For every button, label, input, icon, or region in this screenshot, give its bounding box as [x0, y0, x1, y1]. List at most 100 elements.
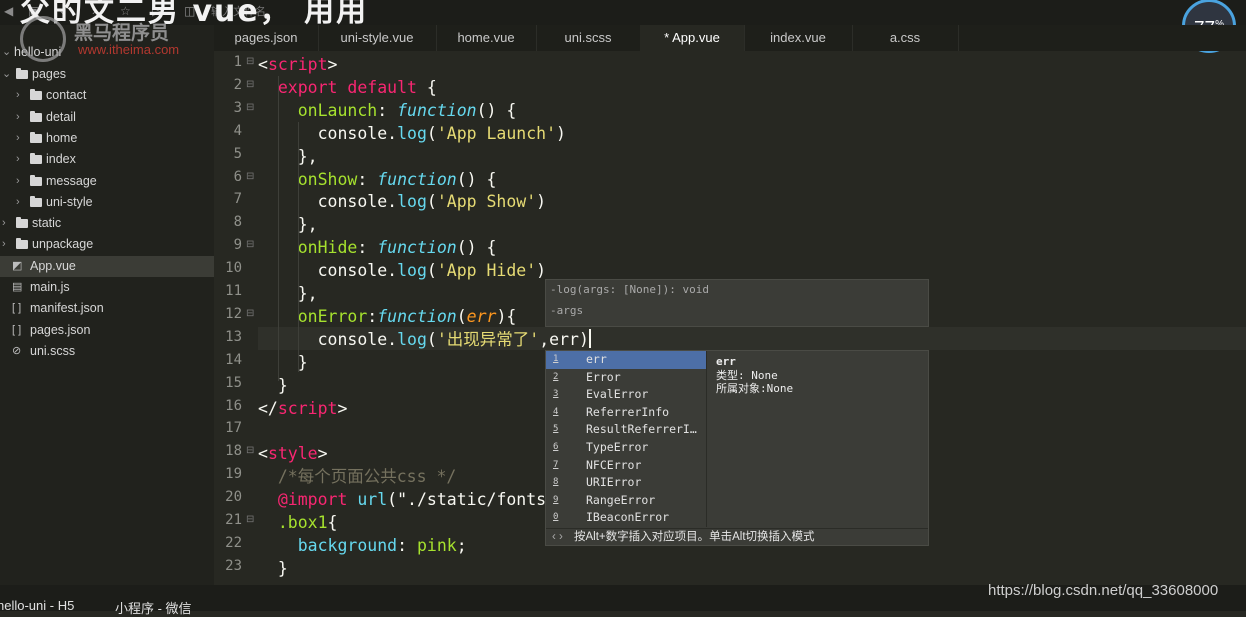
line-number: 1	[233, 54, 242, 70]
code-line: <style>	[258, 444, 328, 464]
item-shortcut-number: 1	[553, 354, 559, 364]
code-line: console.log('App Launch')	[258, 123, 566, 143]
code-line: onHide: function() {	[297, 238, 497, 258]
tab-a-css[interactable]: a.css	[852, 25, 959, 51]
tab-weixin-console[interactable]: 小程序 - 微信	[115, 598, 192, 617]
tab-home-vue[interactable]: home.vue	[436, 25, 537, 51]
fold-toggle-icon[interactable]: ⊟	[246, 239, 254, 250]
chevron-nav-icon[interactable]: ‹ ›	[552, 529, 563, 546]
code-line: },	[258, 215, 318, 235]
chevron-down-icon: ⌄	[2, 46, 12, 58]
tab-uni-scss[interactable]: uni.scss	[536, 25, 641, 51]
sidebar-item-uni-style[interactable]: › uni-style	[0, 192, 214, 213]
folder-icon	[30, 110, 42, 122]
code-line: console.log('App Show')	[258, 192, 547, 212]
tab-index-vue[interactable]: index.vue	[744, 25, 853, 51]
chevron-right-icon[interactable]: ›	[16, 85, 26, 106]
chevron-right-icon[interactable]: ›	[16, 171, 26, 192]
autocomplete-item[interactable]: 6 TypeError	[546, 439, 706, 457]
autocomplete-item[interactable]: 7 NFCError	[546, 457, 706, 475]
autocomplete-item[interactable]: 5 ResultReferrerI…	[546, 421, 706, 439]
line-number: 13	[225, 328, 242, 345]
item-label: ResultReferrerI…	[586, 422, 697, 437]
chevron-right-icon[interactable]: ›	[2, 213, 12, 234]
signature-text: -log(args: [None]): void	[550, 283, 709, 296]
sidebar-item-message[interactable]: › message	[0, 171, 214, 192]
code-line: },	[258, 284, 318, 303]
item-shortcut-number: 0	[553, 512, 559, 523]
sidebar-item-pages-json[interactable]: [ ] pages.json	[0, 320, 214, 341]
item-shortcut-number: 4	[553, 406, 559, 417]
fold-toggle-icon[interactable]: ⊟	[246, 56, 254, 67]
line-gutter: 1 ⊟ 2 ⊟ 3 ⊟ 4 5 6 ⊟ 7 8 9 ⊟ 10 11 12 ⊟ 13 14 15 16 17 18 ⊟ 19 20 21…	[214, 51, 258, 585]
sidebar-item-contact[interactable]: › contact	[0, 85, 214, 106]
indent-guide	[298, 122, 299, 372]
folder-icon	[30, 174, 42, 186]
autocomplete-item[interactable]: 0 IBeaconError	[546, 509, 706, 527]
folder-icon	[16, 217, 28, 229]
sidebar-item-home[interactable]: › home	[0, 128, 214, 149]
item-label: NFCError	[586, 457, 642, 472]
tab-uni-style-vue[interactable]: uni-style.vue	[318, 25, 437, 51]
chevron-right-icon[interactable]: ›	[16, 128, 26, 149]
sidebar-item-unpackage[interactable]: › unpackage	[0, 234, 214, 255]
sidebar-item-label: unpackage	[32, 237, 94, 252]
code-line: }	[258, 352, 308, 372]
sidebar-item-detail[interactable]: › detail	[0, 107, 214, 128]
chevron-right-icon[interactable]: ›	[16, 107, 26, 128]
autocomplete-footer-text: 按Alt+数字插入对应项目。单击Alt切换插入模式	[574, 531, 815, 543]
sidebar-item-static[interactable]: › static	[0, 213, 214, 234]
line-number: 23	[225, 557, 242, 574]
fold-toggle-icon[interactable]: ⊟	[246, 102, 254, 113]
tab-app-vue[interactable]: * App.vue	[640, 25, 745, 51]
sidebar-item-manifest-json[interactable]: [ ] manifest.json	[0, 298, 214, 319]
item-shortcut-number: 8	[553, 477, 559, 488]
line-number: 22	[225, 534, 242, 551]
fold-toggle-icon[interactable]: ⊟	[246, 445, 254, 456]
sidebar-item-label: home	[46, 130, 78, 145]
line-number: 5	[233, 145, 242, 162]
item-label: TypeError	[586, 440, 649, 454]
code-line: }	[258, 375, 288, 395]
line-number: 11	[225, 283, 242, 299]
fold-toggle-icon[interactable]: ⊟	[246, 171, 254, 182]
code-line: .box1{	[277, 513, 338, 532]
tab-pages-json[interactable]: pages.json	[214, 25, 319, 51]
chevron-right-icon[interactable]: ›	[2, 234, 12, 255]
sidebar-item-label: App.vue	[30, 258, 76, 273]
autocomplete-item[interactable]: 3 EvalError	[546, 386, 706, 404]
chevron-right-icon[interactable]: ›	[16, 192, 26, 213]
autocomplete-item[interactable]: 1 err	[546, 351, 706, 369]
item-shortcut-number: 7	[553, 459, 559, 470]
sidebar-item-label: message	[46, 173, 97, 188]
folder-icon	[16, 68, 28, 79]
item-shortcut-number: 2	[553, 371, 559, 382]
code-line: }	[258, 558, 288, 578]
vue-file-icon: ◩	[12, 259, 23, 272]
sidebar-item-main-js[interactable]: ▤ main.js	[0, 277, 214, 298]
back-icon[interactable]: ◀	[4, 4, 13, 18]
code-line: /*每个页面公共css */	[277, 467, 457, 487]
fold-toggle-icon[interactable]: ⊟	[246, 308, 254, 319]
sidebar-item-pages[interactable]: ⌄ pages	[0, 64, 214, 85]
code-line: @import url("./static/fonts	[277, 490, 547, 510]
sidebar-item-app-vue[interactable]: ◩ App.vue	[0, 255, 214, 277]
autocomplete-item[interactable]: 2 Error	[546, 369, 706, 387]
item-label: IBeaconError	[586, 510, 670, 525]
fold-toggle-icon[interactable]: ⊟	[246, 79, 254, 90]
item-shortcut-number: 3	[553, 389, 559, 400]
autocomplete-item[interactable]: 8 URIError	[546, 474, 706, 492]
logo-name: 黑马程序员	[74, 22, 170, 44]
item-label: URIError	[586, 475, 642, 490]
line-number: 15	[225, 374, 242, 391]
chevron-down-icon[interactable]: ⌄	[2, 64, 12, 85]
fold-toggle-icon[interactable]: ⊟	[246, 514, 254, 525]
autocomplete-item[interactable]: 4 ReferrerInfo	[546, 404, 706, 422]
indent-guide	[278, 76, 279, 381]
autocomplete-item[interactable]: 9 RangeError	[546, 492, 706, 510]
autocomplete-footer: ‹ › 按Alt+数字插入对应项目。单击Alt切换插入模式	[546, 528, 928, 546]
sidebar-item-index[interactable]: › index	[0, 149, 214, 170]
sidebar-item-uni-scss[interactable]: ⊘ uni.scss	[0, 341, 214, 362]
code-line: onError:function(err){	[297, 306, 517, 326]
chevron-right-icon[interactable]: ›	[16, 149, 26, 170]
